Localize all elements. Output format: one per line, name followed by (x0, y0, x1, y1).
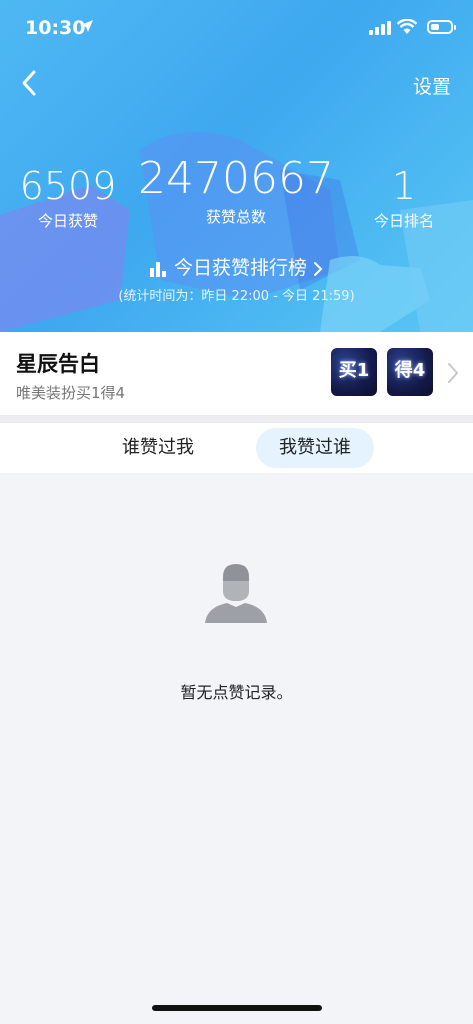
cellular-signal-icon (369, 21, 391, 35)
location-arrow-icon (81, 20, 93, 32)
ranking-link-label: 今日获赞排行榜 (173, 257, 307, 279)
promo-banner[interactable]: 星辰告白 唯美装扮买1得4 买1 得4 (0, 332, 473, 415)
back-chevron-icon[interactable] (16, 66, 46, 100)
today-rank-stat: 1 今日排名 (356, 164, 452, 231)
promo-title: 星辰告白 (16, 352, 100, 376)
promo-badge-get: 得4 (387, 348, 433, 396)
total-likes-stat: 2470667 获赞总数 (136, 153, 336, 227)
tab-bar: 谁赞过我 我赞过谁 (0, 423, 473, 473)
today-rank-value: 1 (391, 164, 417, 208)
settings-button[interactable]: 设置 (413, 72, 451, 99)
total-likes-value: 2470667 (138, 153, 334, 204)
today-likes-label: 今日获赞 (37, 212, 98, 230)
empty-state: 暂无点赞记录。 (0, 473, 473, 1024)
today-likes-value: 6509 (19, 164, 117, 208)
promo-badge-buy: 买1 (331, 348, 377, 396)
header-banner: 10:30 设置 6509 今日获赞 2470667 获赞总数 1 今日排名 今… (0, 0, 473, 332)
chevron-right-icon (448, 363, 459, 383)
total-likes-label: 获赞总数 (205, 208, 266, 226)
statistics-period-note: (统计时间为：昨日 22:00 - 今日 21:59) (118, 289, 355, 304)
home-indicator[interactable] (152, 1005, 322, 1011)
tab-who-liked-me[interactable]: 谁赞过我 (101, 428, 215, 468)
tab-i-liked[interactable]: 我赞过谁 (256, 428, 374, 468)
status-bar: 10:30 (0, 0, 473, 56)
wifi-icon (397, 19, 417, 34)
today-likes-stat: 6509 今日获赞 (16, 164, 120, 231)
section-divider (0, 415, 473, 423)
promo-subtitle: 唯美装扮买1得4 (16, 384, 126, 402)
user-placeholder-icon (205, 564, 267, 623)
battery-icon (427, 20, 456, 34)
today-rank-label: 今日排名 (373, 212, 434, 230)
empty-state-message: 暂无点赞记录。 (180, 683, 293, 702)
bar-chart-icon (149, 261, 166, 277)
status-time: 10:30 (25, 17, 86, 39)
chevron-right-icon (314, 261, 323, 276)
ranking-link[interactable]: 今日获赞排行榜 (0, 253, 473, 280)
